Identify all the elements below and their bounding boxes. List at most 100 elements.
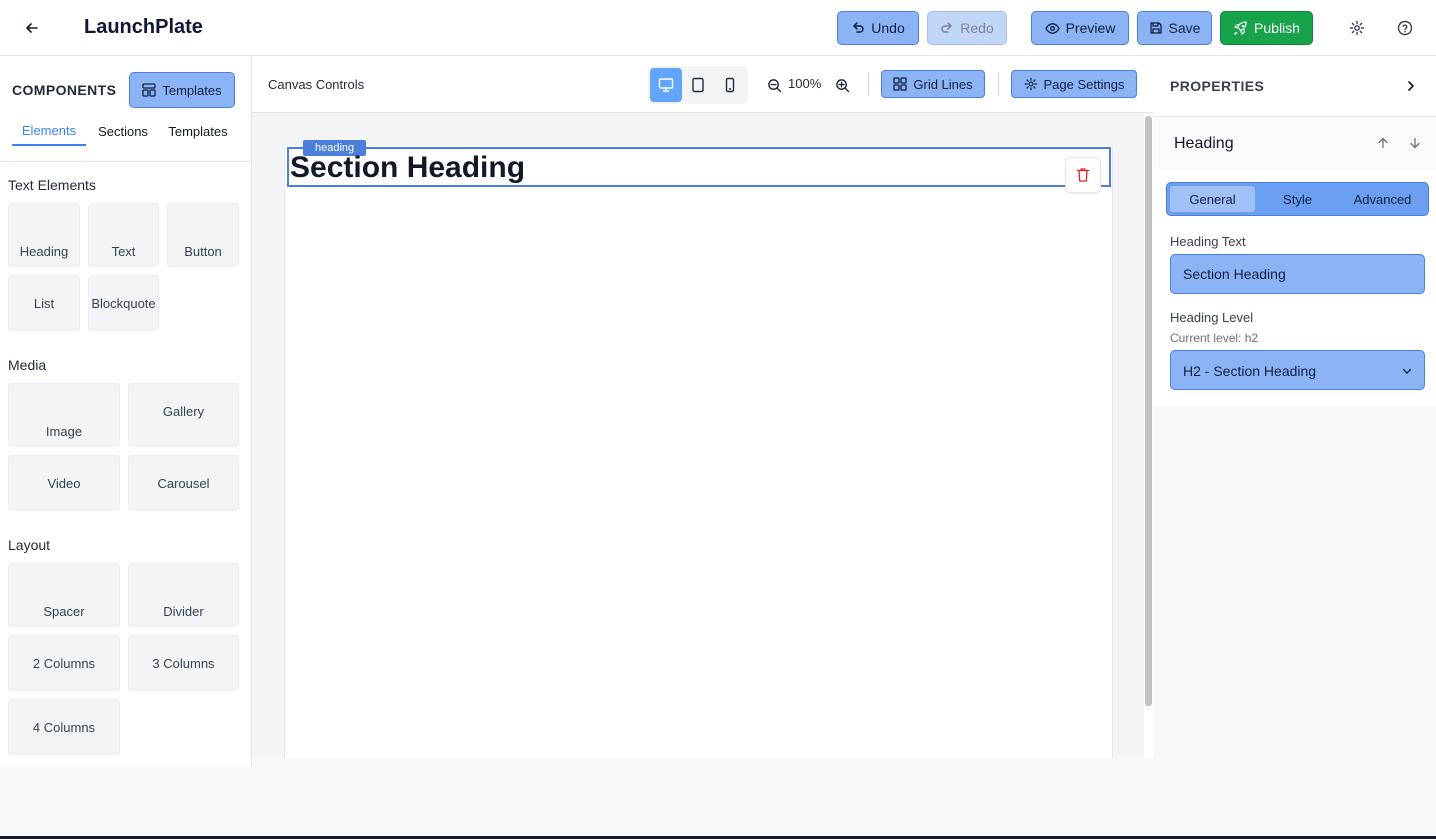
tile-label: Video [47,476,81,491]
canvas-area: Canvas Controls 100% Grid Lines Page Set… [252,56,1153,758]
components-sidebar: COMPONENTS Templates Elements Sections T… [0,56,252,767]
templates-button[interactable]: Templates [129,72,235,108]
component-spacer[interactable]: Spacer [8,563,120,627]
component-gallery[interactable]: Gallery [128,383,239,447]
heading-level-label: Heading Level [1170,310,1254,325]
heading-text-input[interactable] [1170,254,1425,294]
undo-button[interactable]: Undo [837,11,919,45]
undo-icon [853,22,864,33]
help-circle-icon [1397,20,1413,36]
component-divider[interactable]: Divider [128,563,239,627]
tab-advanced[interactable]: Advanced [1340,186,1425,212]
tile-label: Blockquote [91,296,156,311]
tab-sections[interactable]: Sections [90,116,156,146]
arrow-left-icon [26,23,38,33]
heading-level-current: Current level: h2 [1170,331,1259,345]
move-down-button[interactable] [1406,134,1424,152]
page-canvas[interactable]: heading Section Heading [284,140,1113,758]
section-title-media: Media [8,357,47,373]
zoom-level: 100% [788,76,822,91]
zoom-out-icon [767,78,781,92]
back-button[interactable] [18,14,46,42]
component-blockquote[interactable]: Blockquote [88,275,159,331]
component-image[interactable]: Image [8,383,120,447]
zoom-out-button[interactable] [764,75,784,95]
save-button[interactable]: Save [1137,11,1212,45]
heading-level-selected: H2 - Section Heading [1183,363,1317,379]
canvas-controls-label: Canvas Controls [268,77,365,92]
gear-icon [1349,20,1365,36]
component-video[interactable]: Video [8,455,120,511]
component-text[interactable]: Text [88,203,159,267]
component-2-columns[interactable]: 2 Columns [8,635,120,691]
tile-label: Gallery [162,404,205,419]
device-desktop-button[interactable] [650,68,682,102]
tile-label: Image [45,424,83,439]
save-icon [1149,22,1162,34]
help-button[interactable] [1393,16,1417,40]
tile-label: List [33,296,55,311]
selected-heading-element[interactable]: heading Section Heading [287,140,1111,193]
tile-label: Heading [19,244,69,259]
monitor-icon [658,78,674,92]
redo-label: Redo [960,20,994,36]
grid-lines-button[interactable]: Grid Lines [881,70,985,98]
section-title-layout: Layout [8,537,51,553]
section-heading[interactable]: Section Heading [290,151,525,185]
device-tablet-button[interactable] [682,68,714,102]
tile-label: Spacer [43,604,85,619]
properties-title: PROPERTIES [1170,78,1265,94]
component-4-columns[interactable]: 4 Columns [8,699,120,755]
selected-element-bar: Heading [1153,117,1436,169]
tile-label: 3 Columns [152,656,215,671]
properties-header: PROPERTIES [1153,56,1436,117]
heading-text-label: Heading Text [1170,234,1246,249]
save-label: Save [1168,20,1201,36]
tile-label: 2 Columns [32,656,96,671]
arrow-up-icon [1378,137,1388,149]
sidebar-heading: COMPONENTS [12,82,117,98]
delete-element-button[interactable] [1065,157,1101,193]
preview-button[interactable]: Preview [1031,11,1129,45]
settings-button[interactable] [1345,16,1369,40]
undo-label: Undo [871,20,905,36]
tile-label: Text [111,244,136,259]
arrow-down-icon [1410,137,1420,149]
tablet-icon [692,77,704,93]
selected-element-name: Heading [1174,135,1234,152]
canvas-controls-bar: Canvas Controls 100% Grid Lines Page Set… [252,56,1153,113]
rocket-icon [1234,20,1247,35]
heading-level-select[interactable]: H2 - Section Heading [1170,350,1425,390]
tile-label: Button [184,244,222,259]
collapse-panel-button[interactable] [1401,76,1421,96]
device-switcher [648,66,748,104]
layout-icon [142,83,157,97]
properties-tabs: General Style Advanced [1166,182,1429,216]
eye-icon [1044,22,1060,34]
page-settings-button[interactable]: Page Settings [1011,70,1137,98]
divider [998,72,999,96]
component-carousel[interactable]: Carousel [128,455,239,511]
zoom-in-button[interactable] [832,75,852,95]
smartphone-icon [725,77,735,93]
chevron-down-icon [1400,364,1414,378]
publish-label: Publish [1254,20,1300,36]
component-3-columns[interactable]: 3 Columns [128,635,239,691]
tab-general[interactable]: General [1170,186,1255,212]
redo-button[interactable]: Redo [927,11,1007,45]
component-button[interactable]: Button [167,203,239,267]
tab-templates[interactable]: Templates [162,116,234,146]
device-mobile-button[interactable] [714,68,746,102]
component-list[interactable]: List [8,275,80,331]
component-heading[interactable]: Heading [8,203,80,267]
scrollbar-thumb[interactable] [1145,116,1152,706]
gear-icon [1024,77,1037,91]
publish-button[interactable]: Publish [1220,11,1313,45]
tab-elements[interactable]: Elements [12,116,86,146]
templates-button-label: Templates [162,82,222,98]
canvas-scrollbar[interactable] [1144,114,1153,758]
sidebar-tabs: Elements Sections Templates [0,116,251,162]
tab-style[interactable]: Style [1255,186,1340,212]
move-up-button[interactable] [1374,134,1392,152]
grid-icon [893,77,908,91]
